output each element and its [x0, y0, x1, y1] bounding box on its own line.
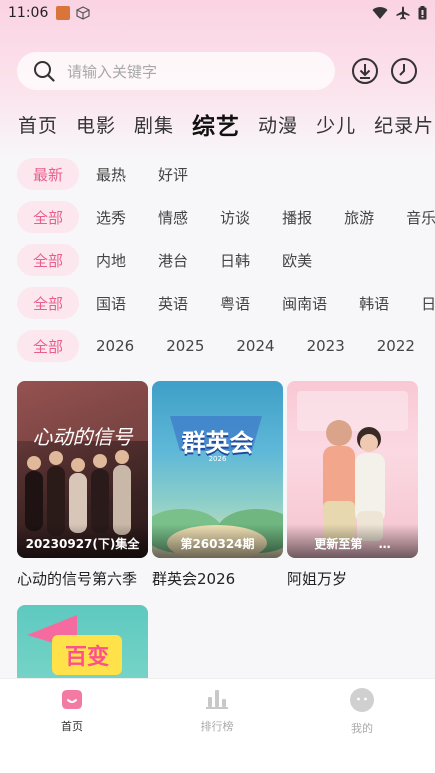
status-bar: 11:06: [0, 0, 435, 26]
filter-sort-top-rated[interactable]: 好评: [143, 158, 203, 190]
poster-logo-text: 心动的信号: [32, 425, 133, 449]
category-tabs: 首页 电影 剧集 综艺 动漫 少儿 纪录片 短: [0, 106, 435, 142]
airplane-mode-icon: [396, 6, 410, 20]
filter-year-2022[interactable]: 2022: [362, 330, 430, 362]
filter-type-all[interactable]: 全部: [17, 201, 80, 233]
tab-anime[interactable]: 动漫: [258, 111, 298, 138]
tab-series[interactable]: 剧集: [134, 111, 174, 138]
show-poster: 心动的信号 20230927(下)集全: [17, 381, 148, 558]
filter-year-2025[interactable]: 2025: [151, 330, 219, 362]
app-notification-icon: [56, 6, 71, 20]
filter-region-jp-kr[interactable]: 日韩: [205, 244, 265, 276]
filter-row-year: 全部 2026 2025 2024 2023 2022 2021: [0, 329, 435, 363]
cube-icon: [76, 6, 90, 20]
filter-year-2026[interactable]: 2026: [81, 330, 149, 362]
show-title: 阿姐万岁: [287, 570, 348, 588]
show-card[interactable]: 心动的信号 20230927(下)集全 心动的信号第六季: [17, 381, 148, 589]
filter-year-2024[interactable]: 2024: [221, 330, 289, 362]
search-placeholder: 请输入关键字: [67, 62, 158, 81]
battery-icon: [418, 6, 427, 20]
tab-home[interactable]: 首页: [18, 111, 58, 138]
filter-type-talk[interactable]: 访谈: [205, 201, 265, 233]
filter-type-travel[interactable]: 旅游: [329, 201, 389, 233]
ranking-icon: [206, 690, 228, 709]
tab-documentary[interactable]: 纪录片: [374, 111, 434, 138]
poster-logo-text: 群英会: [181, 429, 254, 457]
filter-region-all[interactable]: 全部: [17, 244, 80, 276]
nav-ranking-label: 排行榜: [200, 720, 234, 733]
nav-profile[interactable]: 我的: [312, 687, 412, 736]
poster-logo-text: 百变: [64, 645, 109, 670]
show-poster: 更新至第 …: [287, 381, 418, 558]
search-row: 请输入关键字: [17, 52, 422, 90]
show-title: 心动的信号第六季: [17, 570, 138, 588]
bottom-nav: 首页 排行榜 我的: [0, 678, 435, 773]
show-card[interactable]: 群英会 2026 第260324期 群英会2026: [152, 381, 283, 589]
filter-lang-english[interactable]: 英语: [143, 287, 203, 319]
filter-type-romance[interactable]: 情感: [143, 201, 203, 233]
show-poster: 群英会 2026 第260324期: [152, 381, 283, 558]
tab-variety[interactable]: 综艺: [192, 107, 240, 141]
filter-type-music[interactable]: 音乐: [391, 201, 435, 233]
show-title: 群英会2026: [152, 570, 236, 588]
filter-year-2023[interactable]: 2023: [292, 330, 360, 362]
filter-lang-japanese[interactable]: 日语: [406, 287, 435, 319]
filter-sort-hottest[interactable]: 最热: [81, 158, 141, 190]
filter-row-type: 全部 选秀 情感 访谈 播报 旅游 音乐: [0, 200, 435, 234]
filter-lang-cantonese[interactable]: 粤语: [205, 287, 265, 319]
filter-row-sort: 最新 最热 好评: [0, 157, 435, 191]
search-input[interactable]: 请输入关键字: [17, 52, 335, 90]
search-icon: [34, 61, 55, 82]
tab-movies[interactable]: 电影: [76, 111, 116, 138]
filter-type-news[interactable]: 播报: [267, 201, 327, 233]
profile-icon: [350, 688, 374, 712]
filter-row-language: 全部 国语 英语 粤语 闽南语 韩语 日语: [0, 286, 435, 320]
download-icon[interactable]: [351, 57, 379, 85]
history-icon[interactable]: [390, 57, 418, 85]
filter-lang-korean[interactable]: 韩语: [344, 287, 404, 319]
filter-region-mainland[interactable]: 内地: [81, 244, 141, 276]
episode-badge: 更新至第 …: [314, 537, 391, 551]
episode-badge: 20230927(下)集全: [25, 537, 140, 551]
episode-badge: 第260324期: [180, 537, 255, 551]
home-icon: [62, 690, 82, 709]
filter-region-western[interactable]: 欧美: [267, 244, 327, 276]
show-card[interactable]: 更新至第 … 阿姐万岁: [287, 381, 418, 589]
nav-home-label: 首页: [61, 720, 83, 733]
nav-profile-label: 我的: [351, 722, 373, 735]
status-time: 11:06: [8, 5, 49, 21]
nav-home[interactable]: 首页: [22, 687, 122, 734]
poster-logo-subtext: 2026: [208, 455, 227, 463]
filter-lang-minnan[interactable]: 闽南语: [267, 287, 342, 319]
filter-year-all[interactable]: 全部: [17, 330, 80, 362]
tab-kids[interactable]: 少儿: [316, 111, 356, 138]
filter-lang-all[interactable]: 全部: [17, 287, 80, 319]
filter-row-region: 全部 内地 港台 日韩 欧美: [0, 243, 435, 277]
wifi-icon: [372, 6, 388, 19]
filter-type-talent[interactable]: 选秀: [81, 201, 141, 233]
filter-region-hk-tw[interactable]: 港台: [143, 244, 203, 276]
filter-sort-latest[interactable]: 最新: [17, 158, 80, 190]
filter-lang-mandarin[interactable]: 国语: [81, 287, 141, 319]
nav-ranking[interactable]: 排行榜: [167, 687, 267, 734]
